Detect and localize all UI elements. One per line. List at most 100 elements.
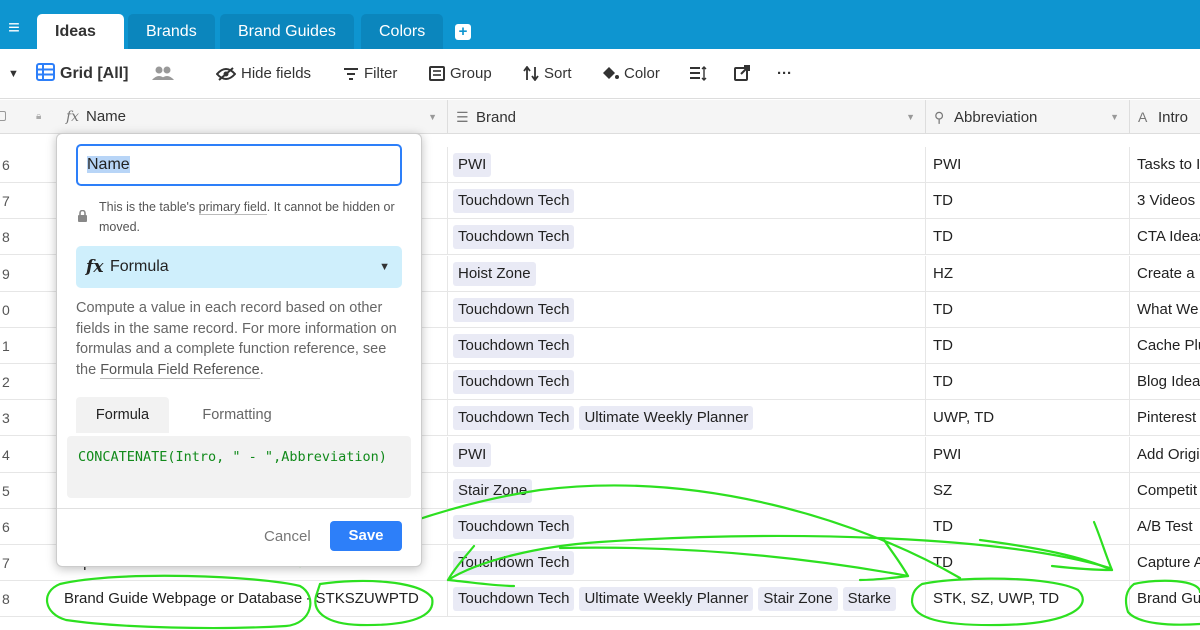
brand-pill: Touchdown Tech xyxy=(453,551,575,576)
brand-pill: Touchdown Tech xyxy=(453,189,575,214)
description-text: . xyxy=(259,361,264,378)
add-table-icon[interactable]: + xyxy=(455,24,471,40)
cell-abbreviation[interactable]: TD xyxy=(926,509,1130,545)
cell-brand[interactable]: Touchdown Tech xyxy=(448,291,926,328)
cell-brand[interactable]: PWI xyxy=(448,436,926,473)
row-number: 8 xyxy=(2,591,10,608)
cell-brand[interactable]: Touchdown Tech xyxy=(448,219,926,256)
chevron-down-icon[interactable]: ▼ xyxy=(428,100,437,134)
cell-abbreviation[interactable]: TD xyxy=(926,219,1130,256)
primary-field-link[interactable]: primary field xyxy=(198,200,267,215)
column-label: Brand xyxy=(476,109,517,126)
cell-intro[interactable]: Blog Idea xyxy=(1130,364,1200,400)
cell-abbreviation[interactable]: TD xyxy=(926,291,1130,328)
cell-abbreviation[interactable]: PWI xyxy=(926,147,1130,183)
cell-brand[interactable]: Touchdown Tech xyxy=(448,183,926,220)
column-label: Abbreviation xyxy=(954,109,1038,126)
eye-slash-icon xyxy=(215,67,237,81)
field-type-select[interactable]: fx Formula ▼ xyxy=(76,246,402,288)
menu-icon[interactable]: ≡ xyxy=(3,18,25,38)
cell-abbreviation[interactable]: TD xyxy=(926,183,1130,220)
brand-pill: Ultimate Weekly Planner xyxy=(579,587,754,612)
cell-abbreviation[interactable]: TD xyxy=(926,364,1130,401)
column-header-name[interactable]: fx Name ▼ xyxy=(58,100,448,134)
formula-editor[interactable]: CONCATENATE(Intro, " - ",Abbreviation) xyxy=(67,436,411,498)
cell-abbreviation[interactable]: UWP, TD xyxy=(926,400,1130,437)
cell-abbreviation[interactable]: TD xyxy=(926,328,1130,364)
cell-intro[interactable]: Capture A xyxy=(1130,545,1200,581)
cell-intro[interactable]: Tasks to I xyxy=(1130,147,1200,183)
cell-brand[interactable]: Stair Zone xyxy=(448,472,926,509)
row-height-icon[interactable] xyxy=(689,49,712,99)
cell-intro[interactable]: CTA Ideas xyxy=(1130,219,1200,255)
cell-brand[interactable]: Hoist Zone xyxy=(448,255,926,292)
select-all-checkbox[interactable] xyxy=(0,111,6,121)
linked-record-icon: ☰ xyxy=(456,109,469,125)
filter-button[interactable]: Filter xyxy=(343,49,397,99)
chevron-down-icon[interactable]: ▼ xyxy=(1110,100,1119,134)
color-button[interactable]: Color xyxy=(601,49,660,99)
paint-bucket-icon xyxy=(603,67,619,79)
cell-brand[interactable]: PWI xyxy=(448,147,926,183)
sort-button[interactable]: Sort xyxy=(523,49,572,99)
cell-brand[interactable]: Touchdown Tech Ultimate Weekly Planner Sta… xyxy=(448,581,926,618)
field-name-input[interactable]: Name xyxy=(76,144,402,186)
cell-intro[interactable]: A/B Test xyxy=(1130,509,1200,545)
tab-ideas[interactable]: Ideas▼ xyxy=(37,14,124,72)
field-type-label: Formula xyxy=(110,258,169,275)
view-toolbar: ▼ Grid [All] Hide fields Filter Group So… xyxy=(0,49,1200,99)
divider xyxy=(57,508,421,509)
cell-abbreviation[interactable]: PWI xyxy=(926,436,1130,473)
cell-intro[interactable]: What We xyxy=(1130,292,1200,328)
tab-brands[interactable]: Brands xyxy=(128,14,215,49)
cell-brand[interactable]: Touchdown Tech xyxy=(448,545,926,582)
tab-brand-guides[interactable]: Brand Guides xyxy=(220,14,354,49)
cell-intro[interactable]: Pinterest xyxy=(1130,400,1200,436)
hide-fields-button[interactable]: Hide fields xyxy=(215,49,311,99)
more-options-icon[interactable]: ··· xyxy=(777,49,792,99)
cell-abbreviation[interactable]: TD xyxy=(926,545,1130,582)
lookup-icon: ⚲ xyxy=(934,109,945,125)
tab-formula[interactable]: Formula xyxy=(76,397,169,433)
brand-pill: Hoist Zone xyxy=(453,261,536,286)
cell-brand[interactable]: Touchdown Tech xyxy=(448,509,926,545)
grid-header: 🔒︎ fx Name ▼ ☰ Brand ▼ ⚲ Abbreviation ▼ A Intro xyxy=(0,100,1200,134)
formula-reference-link[interactable]: Formula Field Reference xyxy=(100,361,260,379)
field-name-value: Name xyxy=(87,156,130,173)
group-button[interactable]: Group xyxy=(429,49,492,99)
cell-brand[interactable]: Touchdown Tech xyxy=(448,328,926,364)
save-button[interactable]: Save xyxy=(330,521,402,551)
chevron-down-icon[interactable]: ▼ xyxy=(906,100,915,134)
cell-brand[interactable]: Touchdown Tech xyxy=(448,364,926,401)
cell-intro[interactable]: Create a xyxy=(1130,256,1200,292)
chevron-down-icon[interactable]: ▼ xyxy=(8,49,19,99)
cell-name[interactable]: Brand Guide Webpage or Database - STKSZU… xyxy=(58,581,448,618)
tab-label: Brands xyxy=(146,23,197,40)
field-config-popover: Name This is the table's primary field. … xyxy=(56,133,422,567)
cell-intro[interactable]: Add Origi xyxy=(1130,437,1200,473)
tab-colors[interactable]: Colors xyxy=(361,14,444,49)
cell-abbreviation[interactable]: HZ xyxy=(926,255,1130,292)
column-header-brand[interactable]: ☰ Brand ▼ xyxy=(448,100,926,134)
cell-intro[interactable]: Cache Plu xyxy=(1130,328,1200,364)
grid-view-icon xyxy=(36,63,55,81)
column-header-intro[interactable]: A Intro xyxy=(1130,100,1200,134)
brand-pill: Starke xyxy=(842,587,896,612)
cancel-button[interactable]: Cancel xyxy=(264,526,311,548)
table-row[interactable]: 8 Brand Guide Webpage or Database - STKSZ… xyxy=(0,581,1200,618)
cell-intro[interactable]: Brand Gu xyxy=(1130,581,1200,617)
cell-brand[interactable]: Touchdown Tech Ultimate Weekly Planner xyxy=(448,400,926,437)
cell-intro[interactable]: 3 Videos xyxy=(1130,183,1200,219)
collaborators-icon[interactable] xyxy=(152,49,179,99)
primary-field-note: This is the table's primary field. It ca… xyxy=(99,197,399,237)
brand-pill: Touchdown Tech xyxy=(453,587,575,612)
cell-intro[interactable]: Competit xyxy=(1130,473,1200,509)
filter-label: Filter xyxy=(364,65,398,82)
column-header-abbreviation[interactable]: ⚲ Abbreviation ▼ xyxy=(926,100,1130,134)
view-switcher[interactable]: Grid [All] xyxy=(36,49,128,99)
brand-pill: PWI xyxy=(453,153,492,177)
cell-abbreviation[interactable]: SZ xyxy=(926,472,1130,509)
tab-formatting[interactable]: Formatting xyxy=(187,397,287,433)
cell-abbreviation[interactable]: STK, SZ, UWP, TD xyxy=(926,581,1130,618)
share-view-icon[interactable] xyxy=(734,49,755,99)
